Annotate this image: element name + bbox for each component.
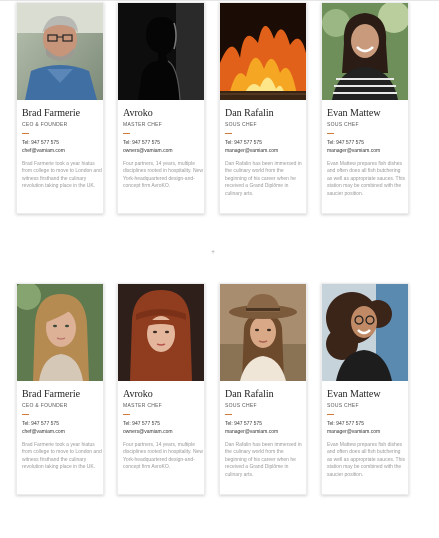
team-member-description: Dan Rafalin has been immersed in the cul… bbox=[225, 442, 302, 478]
team-member-tel: Tel: 947 577 575 bbox=[22, 421, 59, 427]
team-photo-woman-curly-hair-glasses bbox=[322, 284, 408, 381]
team-card[interactable]: Avroko MASTER CHEF Tel: 947 577 575 owne… bbox=[117, 283, 205, 495]
accent-dash bbox=[123, 414, 130, 415]
team-photo-woman-red-hair bbox=[118, 284, 204, 381]
team-member-description: Four partners, 14 years, multiple discip… bbox=[123, 442, 203, 471]
team-card[interactable]: Dan Rafalin SOUS CHEF Tel: 947 577 575 m… bbox=[219, 2, 307, 214]
team-member-email[interactable]: chef@vamiam.com bbox=[22, 147, 102, 155]
team-member-role: SOUS CHEF bbox=[225, 403, 257, 409]
team-member-role: MASTER CHEF bbox=[123, 403, 163, 409]
section-divider-mark: + bbox=[211, 249, 216, 256]
accent-dash bbox=[225, 133, 232, 134]
team-member-email[interactable]: manager@vamiam.com bbox=[225, 147, 305, 155]
team-member-name: Dan Rafalin bbox=[225, 389, 274, 400]
team-member-description: Brad Farmerie took a year hiatus from co… bbox=[22, 161, 102, 190]
team-photo-woman-hat bbox=[220, 284, 306, 381]
team-member-email[interactable]: manager@vamiam.com bbox=[327, 428, 407, 436]
team-photo-woman-blonde-hair bbox=[17, 284, 103, 381]
team-member-tel: Tel: 947 577 575 bbox=[123, 140, 160, 146]
team-member-description: Evan Mattew prepares fish dishes and oft… bbox=[327, 161, 406, 197]
team-card[interactable]: Evan Mattew SOUS CHEF Tel: 947 577 575 m… bbox=[321, 2, 409, 214]
accent-dash bbox=[22, 133, 29, 134]
team-photo-man-silhouette-dark bbox=[118, 3, 204, 100]
team-member-description: Brad Farmerie took a year hiatus from co… bbox=[22, 442, 102, 471]
team-member-name: Avroko bbox=[123, 108, 153, 119]
team-member-email[interactable]: manager@vamiam.com bbox=[327, 147, 407, 155]
accent-dash bbox=[22, 414, 29, 415]
team-member-role: CEO & FOUNDER bbox=[22, 122, 68, 128]
team-member-email[interactable]: chef@vamiam.com bbox=[22, 428, 102, 436]
top-divider-line bbox=[0, 0, 439, 1]
team-card[interactable]: Brad Farmerie CEO & FOUNDER Tel: 947 577… bbox=[16, 283, 104, 495]
team-member-name: Evan Mattew bbox=[327, 108, 381, 119]
team-photo-woman-smiling-striped bbox=[322, 3, 408, 100]
team-member-tel: Tel: 947 577 575 bbox=[327, 140, 364, 146]
team-member-email[interactable]: owners@vamiam.com bbox=[123, 428, 203, 436]
team-member-role: SOUS CHEF bbox=[327, 122, 359, 128]
team-card[interactable]: Evan Mattew SOUS CHEF Tel: 947 577 575 m… bbox=[321, 283, 409, 495]
team-member-description: Dan Rafalin has been immersed in the cul… bbox=[225, 161, 302, 197]
team-member-tel: Tel: 947 577 575 bbox=[225, 140, 262, 146]
team-member-name: Dan Rafalin bbox=[225, 108, 274, 119]
team-photo-man-gray-hair-glasses bbox=[17, 3, 103, 100]
team-member-tel: Tel: 947 577 575 bbox=[22, 140, 59, 146]
team-member-email[interactable]: owners@vamiam.com bbox=[123, 147, 203, 155]
team-member-name: Brad Farmerie bbox=[22, 108, 81, 119]
accent-dash bbox=[327, 133, 334, 134]
team-member-role: SOUS CHEF bbox=[327, 403, 359, 409]
team-member-description: Evan Mattew prepares fish dishes and oft… bbox=[327, 442, 406, 478]
team-member-tel: Tel: 947 577 575 bbox=[225, 421, 262, 427]
team-member-role: SOUS CHEF bbox=[225, 122, 257, 128]
accent-dash bbox=[225, 414, 232, 415]
team-member-tel: Tel: 947 577 575 bbox=[123, 421, 160, 427]
team-member-name: Evan Mattew bbox=[327, 389, 381, 400]
accent-dash bbox=[327, 414, 334, 415]
team-photo-grill-fire bbox=[220, 3, 306, 100]
team-member-email[interactable]: manager@vamiam.com bbox=[225, 428, 305, 436]
team-card[interactable]: Brad Farmerie CEO & FOUNDER Tel: 947 577… bbox=[16, 2, 104, 214]
team-card[interactable]: Dan Rafalin SOUS CHEF Tel: 947 577 575 m… bbox=[219, 283, 307, 495]
team-member-role: CEO & FOUNDER bbox=[22, 403, 68, 409]
team-card[interactable]: Avroko MASTER CHEF Tel: 947 577 575 owne… bbox=[117, 2, 205, 214]
team-member-name: Avroko bbox=[123, 389, 153, 400]
team-member-role: MASTER CHEF bbox=[123, 122, 163, 128]
team-member-tel: Tel: 947 577 575 bbox=[327, 421, 364, 427]
team-member-name: Brad Farmerie bbox=[22, 389, 81, 400]
accent-dash bbox=[123, 133, 130, 134]
team-member-description: Four partners, 14 years, multiple discip… bbox=[123, 161, 203, 190]
